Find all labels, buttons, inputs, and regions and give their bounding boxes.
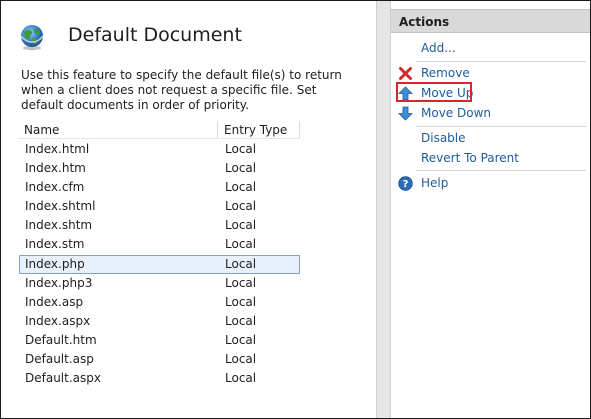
row-name: Index.shtml: [25, 199, 96, 214]
row-name: Index.cfm: [25, 180, 85, 195]
row-name: Index.shtm: [25, 218, 93, 233]
help-link[interactable]: Help: [421, 176, 448, 190]
row-entry-type: Local: [225, 199, 257, 214]
row-entry-type: Local: [225, 161, 257, 176]
list-row[interactable]: Index.aspx Local: [18, 312, 301, 331]
row-entry-type: Local: [225, 371, 257, 386]
remove-link[interactable]: Remove: [421, 66, 470, 80]
row-name: Index.asp: [25, 294, 84, 309]
row-entry-type: Local: [225, 294, 257, 309]
row-name: Index.html: [25, 142, 90, 156]
list-row[interactable]: Index.shtml Local: [18, 197, 301, 216]
row-entry-type: Local: [225, 256, 257, 271]
add-action[interactable]: Add...: [391, 40, 590, 58]
row-name: Index.php: [25, 256, 85, 271]
list-row[interactable]: Index.shtm Local: [18, 216, 301, 235]
list-row[interactable]: Default.aspx Local: [18, 369, 301, 388]
separator: [416, 61, 586, 62]
list-row[interactable]: Index.php3 Local: [18, 274, 301, 293]
feature-description: Use this feature to specify the default …: [21, 68, 342, 112]
globe-icon: [20, 25, 44, 51]
separator: [416, 126, 586, 127]
list-row[interactable]: Index.htm Local: [18, 159, 301, 178]
page-title: Default Document: [68, 24, 242, 46]
revert-to-parent-link[interactable]: Revert To Parent: [421, 151, 519, 165]
row-entry-type: Local: [225, 332, 257, 347]
row-name: Index.aspx: [25, 313, 91, 328]
disable-action[interactable]: Disable: [391, 130, 590, 148]
move-down-action[interactable]: Move Down: [391, 105, 590, 123]
row-entry-type: Local: [225, 352, 257, 367]
list-row[interactable]: Index.asp Local: [18, 293, 301, 312]
svg-text:?: ?: [403, 179, 409, 190]
column-header-name[interactable]: Name: [18, 121, 218, 139]
column-header-entry-type[interactable]: Entry Type: [218, 121, 300, 139]
help-action[interactable]: ? Help: [391, 175, 590, 193]
row-name: Default.aspx: [25, 371, 101, 386]
pane-splitter[interactable]: [376, 1, 391, 418]
move-down-arrow-icon: [398, 106, 413, 121]
list-row[interactable]: Default.htm Local: [18, 331, 301, 350]
default-document-list[interactable]: Name Entry Type Index.html Local Index.ht…: [18, 121, 374, 418]
list-row[interactable]: Default.asp Local: [18, 350, 301, 369]
actions-title: Actions: [399, 15, 450, 29]
move-down-link[interactable]: Move Down: [421, 106, 491, 120]
separator: [416, 170, 586, 171]
list-row[interactable]: Index.cfm Local: [18, 178, 301, 197]
row-name: Index.php3: [25, 275, 93, 290]
row-entry-type: Local: [225, 142, 257, 156]
list-row[interactable]: Index.stm Local: [18, 235, 301, 254]
actions-pane: Actions Add... Remove Move Up Move Down: [391, 1, 590, 418]
move-up-highlight-box: [396, 82, 472, 102]
window-frame: Default Document Use this feature to spe…: [0, 0, 591, 419]
row-entry-type: Local: [225, 180, 257, 195]
help-icon: ?: [398, 176, 413, 191]
row-entry-type: Local: [225, 218, 257, 233]
disable-link[interactable]: Disable: [421, 131, 466, 145]
list-row[interactable]: Index.html Local: [18, 140, 301, 159]
row-name: Default.asp: [25, 352, 94, 367]
list-row-selected[interactable]: Index.php Local: [18, 254, 301, 274]
row-name: Index.htm: [25, 161, 86, 176]
row-entry-type: Local: [225, 313, 257, 328]
row-entry-type: Local: [225, 275, 257, 290]
list-header: Name Entry Type: [18, 121, 301, 139]
revert-to-parent-action[interactable]: Revert To Parent: [391, 150, 590, 168]
actions-header: Actions: [391, 9, 590, 33]
list-rows: Index.html Local Index.htm Local Index.cfm…: [18, 140, 301, 388]
remove-action[interactable]: Remove: [391, 65, 590, 83]
row-entry-type: Local: [225, 237, 257, 252]
add-link[interactable]: Add...: [421, 41, 456, 55]
default-document-pane: Default Document Use this feature to spe…: [1, 1, 376, 418]
row-name: Index.stm: [25, 237, 85, 252]
remove-x-icon: [399, 67, 412, 80]
row-name: Default.htm: [25, 332, 97, 347]
